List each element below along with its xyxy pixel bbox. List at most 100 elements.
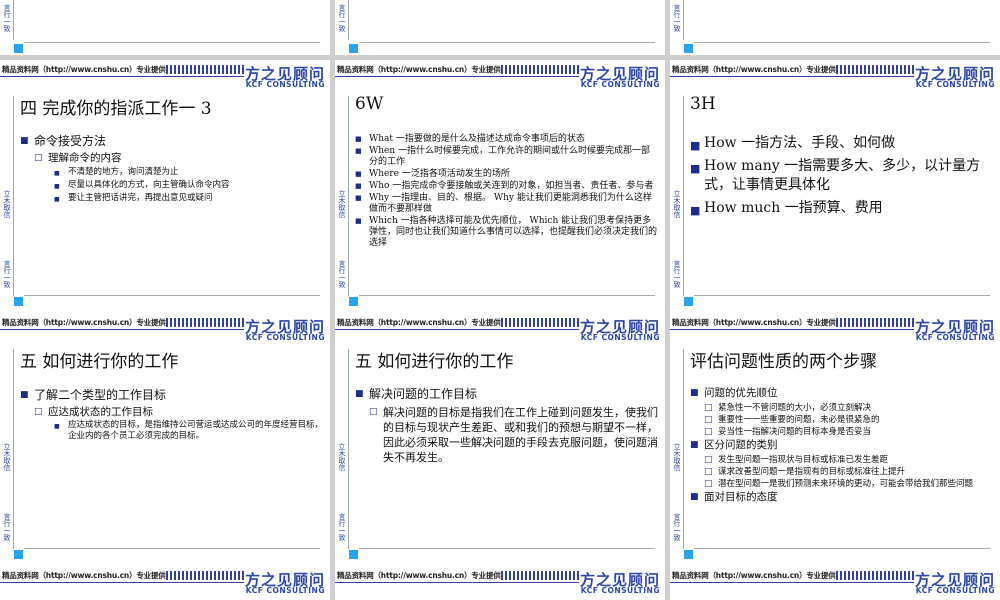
header-rule (670, 582, 914, 583)
slide-partial-top-3: 言行一致 (670, 0, 1000, 55)
hollow-square-bullet-icon: □ (704, 467, 713, 477)
slide-partial-top-1: 言行一致 (0, 0, 330, 55)
bullet-l2: □ 重要性一一些重要的问题，未必是很紧急的 (704, 415, 880, 425)
slide-content: ■ What 一指要做的是什么及描述达成命令事项后的状态 ■ When 一指什么时候… (355, 134, 659, 250)
square-bullet-icon: ■ (355, 194, 362, 202)
bullet-l3: ■ 应达成状态的目标，是指维持公司营运或达成公司的年度经营目标，企业内的各个员工必… (54, 420, 324, 441)
bullet-l1: ■ When 一指什么时候要完成，工作允许的期间或什么时候要完成那一部分的工作 (355, 146, 651, 167)
hollow-square-bullet-icon: □ (369, 407, 378, 417)
bullet-l2: □ 谋求改善型问题一是指现有的目标或标准往上提升 (704, 467, 906, 477)
slide-title: 3H (690, 94, 716, 114)
side-label-bottom: 言行一致 (673, 4, 681, 32)
slide[interactable]: 精品资料网（http://www.cnshu.cn）专业提供企管培训资料 方之见… (0, 313, 330, 566)
side-label-bottom: 言行一致 (673, 260, 681, 288)
bullet-l2: □ 发生型问题一指现状与目标或标准已发生差距 (704, 455, 889, 465)
header-stripe (166, 318, 244, 327)
slide-header: 精品资料网（http://www.cnshu.cn）专业提供企管培训资料 方之见… (335, 60, 665, 92)
square-bullet-icon: ■ (690, 388, 699, 398)
bullet-l1: ■ Where 一泛指各项活动发生的场所 (355, 169, 510, 179)
slide-content: ■ 解决问题的工作目标 □ 解决问题的目标是指我们在工作上碰到问题发生，使我们的目标… (355, 387, 659, 467)
square-bullet-icon: ■ (690, 492, 699, 502)
side-rule (683, 0, 684, 40)
header-stripe (501, 571, 579, 580)
header-rule (670, 76, 914, 77)
side-label-bottom: 言行一致 (3, 260, 11, 288)
slide-header: 精品资料网（http://www.cnshu.cn）专业提供企管培训资料 方之见… (0, 60, 330, 92)
bullet-l1: ■ Why 一指理由、目的、根据。 Why 能让我们更能洞悉我们为什么这样做而不要… (355, 193, 652, 214)
header-stripe (501, 318, 579, 327)
bullet-l1: ■ How many 一指需要多大、多少，以计量方式，让事情更具体化 (690, 158, 981, 193)
bullet-l2: □ 紧急性一不管问题的大小，必须立刻解决 (704, 403, 872, 413)
slide[interactable]: 精品资料网（http://www.cnshu.cn）专业提供企管培训资料 方之见… (0, 60, 330, 313)
square-bullet-icon: ■ (54, 183, 60, 190)
bullet-l1: ■ 面对目标的态度 (690, 491, 778, 503)
square-bullet-icon: ■ (690, 204, 701, 217)
corner-square (349, 44, 358, 53)
side-label-bottom: 言行一致 (338, 260, 346, 288)
hollow-square-bullet-icon: □ (704, 455, 713, 465)
side-label-top: 立木取信 (673, 190, 681, 218)
brand-logo-en: KCF CONSULTING (915, 80, 995, 89)
brand-logo-en: KCF CONSULTING (245, 80, 325, 89)
square-bullet-icon: ■ (690, 139, 701, 152)
bottom-rule (359, 42, 655, 43)
header-rule (0, 329, 244, 330)
slide-title: 五 如何进行你的工作 (20, 352, 179, 372)
square-bullet-icon: ■ (20, 390, 29, 400)
corner-square (684, 550, 693, 559)
slide-content: ■ 问题的优先顺位 □ 紧急性一不管问题的大小，必须立刻解决 □ 重要性一一些重要的问… (690, 387, 994, 507)
side-rule (683, 349, 684, 549)
corner-square (684, 297, 693, 306)
header-stripe (501, 65, 579, 74)
bullet-l1: ■ How much 一指预算、费用 (690, 199, 994, 218)
bullet-l3: ■ 不清楚的地方，询问清楚为止 (54, 167, 179, 177)
header-stripe (836, 571, 914, 580)
header-rule (0, 582, 244, 583)
bullet-l3: ■ 尽量以具体化的方式，向主管确认命令内容 (54, 180, 230, 190)
slide[interactable]: 精品资料网（http://www.cnshu.cn）专业提供企管培训资料 方之见… (670, 313, 1000, 566)
bottom-rule (694, 295, 990, 296)
bullet-l2: □ 妥当性一指解决问题的目标本身是否妥当 (704, 427, 872, 437)
slide[interactable]: 精品资料网（http://www.cnshu.cn）专业提供企管培训资料 方之见… (335, 60, 665, 313)
header-rule (335, 329, 579, 330)
corner-square (14, 297, 23, 306)
bullet-l1: ■ 命令接受方法 (20, 134, 107, 148)
bullet-l2: □ 理解命令的内容 (34, 152, 122, 164)
square-bullet-icon: ■ (355, 170, 362, 178)
slide-title: 五 如何进行你的工作 (355, 352, 514, 372)
bottom-rule (359, 295, 655, 296)
side-label-bottom: 言行一致 (3, 4, 11, 32)
header-stripe (836, 318, 914, 327)
bullet-l2: □ 应达成状态的工作目标 (34, 406, 153, 418)
side-label-top: 立木取信 (3, 190, 11, 218)
square-bullet-icon: ■ (54, 423, 60, 430)
hollow-square-bullet-icon: □ (704, 403, 713, 413)
bullet-l1: ■ Who 一指完成命令要接触或关连到的对象，如担当者、责任者、参与者 (355, 181, 654, 191)
slide-content: ■ 了解二个类型的工作目标 □ 应达成状态的工作目标 ■ 应达成状态的目标，是指维持公… (20, 387, 324, 444)
corner-square (14, 550, 23, 559)
header-rule (335, 582, 579, 583)
side-label-bottom: 言行一致 (673, 513, 681, 541)
hollow-square-bullet-icon: □ (34, 153, 43, 163)
slide-partial-top-2: 言行一致 (335, 0, 665, 55)
brand-logo-en: KCF CONSULTING (245, 333, 325, 342)
side-label-bottom: 言行一致 (338, 4, 346, 32)
slide-content: ■ How 一指方法、手段、如何做 ■ How many 一指需要多大、多少，以计量… (690, 134, 994, 222)
bottom-rule (24, 548, 320, 549)
bottom-rule (694, 42, 990, 43)
bottom-rule (24, 42, 320, 43)
slide[interactable]: 精品资料网（http://www.cnshu.cn）专业提供企管培训资料 方之见… (670, 60, 1000, 313)
square-bullet-icon: ■ (690, 162, 701, 175)
bullet-l3: ■ 要让主管把话讲完，再提出意见或疑问 (54, 193, 213, 203)
header-stripe (166, 65, 244, 74)
slide[interactable]: 精品资料网（http://www.cnshu.cn）专业提供企管培训资料 方之见… (335, 313, 665, 566)
bullet-l1: ■ 了解二个类型的工作目标 (20, 388, 167, 402)
square-bullet-icon: ■ (690, 440, 699, 450)
header-stripe (836, 65, 914, 74)
side-label-top: 立木取信 (338, 190, 346, 218)
side-rule (348, 96, 349, 296)
hollow-square-bullet-icon: □ (704, 415, 713, 425)
corner-square (349, 297, 358, 306)
slide-header: 精品资料网（http://www.cnshu.cn）专业提供企管培训资料 方之见… (0, 566, 330, 598)
slide-header: 精品资料网（http://www.cnshu.cn）专业提供企管培训资料 方之见… (670, 313, 1000, 345)
